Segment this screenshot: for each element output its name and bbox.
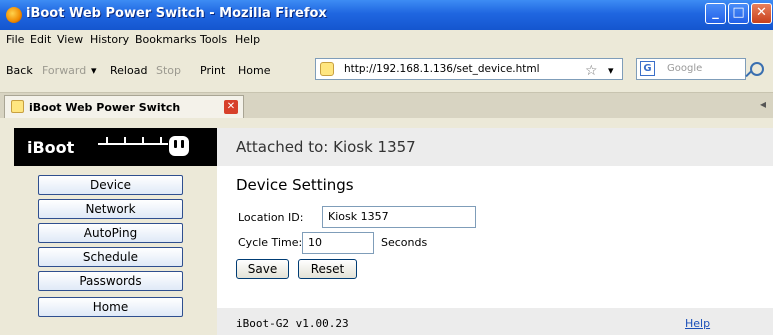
menu-tools[interactable]: Tools xyxy=(200,33,227,46)
url-text: http://192.168.1.136/set_device.html xyxy=(344,63,540,75)
search-icon-handle xyxy=(745,70,752,78)
sidebar-home-button[interactable]: Home xyxy=(38,297,183,317)
power-plug-icon xyxy=(169,136,189,156)
dropdown-arrow-icon[interactable]: ▾ xyxy=(91,64,97,77)
menu-file[interactable]: File xyxy=(6,33,24,46)
reload-button[interactable]: Reload xyxy=(110,64,147,77)
iboot-logo: iBoot xyxy=(14,128,217,166)
maximize-button[interactable]: □ xyxy=(728,3,749,24)
menu-history[interactable]: History xyxy=(90,33,129,46)
home-button[interactable]: Home xyxy=(238,64,270,77)
window-title-bar: iBoot Web Power Switch - Mozilla Firefox… xyxy=(0,0,773,30)
page-content: iBoot Device Network AutoPing Schedule P… xyxy=(0,118,773,335)
firefox-icon xyxy=(6,7,22,23)
close-window-button[interactable]: ✕ xyxy=(751,3,772,24)
cycle-time-label: Cycle Time: xyxy=(238,236,303,249)
window-title: iBoot Web Power Switch - Mozilla Firefox xyxy=(26,6,327,21)
help-link[interactable]: Help xyxy=(685,317,710,330)
tab-close-icon[interactable]: ✕ xyxy=(224,100,238,114)
menu-help[interactable]: Help xyxy=(235,33,260,46)
sidebar-device-button[interactable]: Device xyxy=(38,175,183,195)
firmware-version: iBoot-G2 v1.00.23 xyxy=(236,317,349,330)
search-placeholder: Google xyxy=(667,63,703,74)
page-title: Device Settings xyxy=(236,176,354,194)
bookmark-star-icon[interactable]: ☆ xyxy=(585,63,598,79)
menu-bookmarks[interactable]: Bookmarks xyxy=(135,33,196,46)
print-button[interactable]: Print xyxy=(200,64,225,77)
location-id-input[interactable]: Kiosk 1357 xyxy=(322,206,476,228)
tab-strip: iBoot Web Power Switch ✕ ◂ xyxy=(0,93,773,118)
logo-wire-icon xyxy=(98,137,168,145)
url-dropdown-icon[interactable]: ▾ xyxy=(608,64,614,77)
sidebar-passwords-button[interactable]: Passwords xyxy=(38,271,183,291)
stop-button[interactable]: Stop xyxy=(156,64,181,77)
menu-bar: File Edit View History Bookmarks Tools H… xyxy=(0,30,773,50)
cycle-time-input[interactable]: 10 xyxy=(302,232,374,254)
back-button[interactable]: Back xyxy=(6,64,33,77)
tab-iboot[interactable]: iBoot Web Power Switch ✕ xyxy=(4,95,244,118)
main-panel: Attached to: Kiosk 1357 Device Settings … xyxy=(217,128,773,335)
cycle-unit-label: Seconds xyxy=(381,236,428,249)
attached-header: Attached to: Kiosk 1357 xyxy=(217,128,773,166)
sidebar-schedule-button[interactable]: Schedule xyxy=(38,247,183,267)
url-bar[interactable]: http://192.168.1.136/set_device.html xyxy=(315,58,623,80)
sidebar-network-button[interactable]: Network xyxy=(38,199,183,219)
forward-button[interactable]: Forward xyxy=(42,64,86,77)
minimize-button[interactable]: _ xyxy=(705,3,726,24)
location-label: Location ID: xyxy=(238,211,304,224)
search-box[interactable]: G Google xyxy=(636,58,746,80)
tab-label: iBoot Web Power Switch xyxy=(29,101,181,114)
tab-favicon xyxy=(11,100,24,113)
google-icon[interactable]: G xyxy=(640,61,655,76)
search-icon[interactable] xyxy=(750,62,764,76)
logo-text: iBoot xyxy=(27,138,75,157)
sidebar-autoping-button[interactable]: AutoPing xyxy=(38,223,183,243)
site-icon xyxy=(320,62,334,76)
attached-text: Attached to: Kiosk 1357 xyxy=(236,138,416,156)
save-button[interactable]: Save xyxy=(236,259,289,279)
tab-scroll-icon[interactable]: ◂ xyxy=(760,97,766,111)
sidebar: iBoot Device Network AutoPing Schedule P… xyxy=(14,128,217,335)
footer: iBoot-G2 v1.00.23 Help xyxy=(217,308,773,335)
menu-edit[interactable]: Edit xyxy=(30,33,51,46)
navigation-toolbar: Back Forward ▾ Reload Stop Print Home ht… xyxy=(0,50,773,93)
menu-view[interactable]: View xyxy=(57,33,83,46)
reset-button[interactable]: Reset xyxy=(298,259,357,279)
